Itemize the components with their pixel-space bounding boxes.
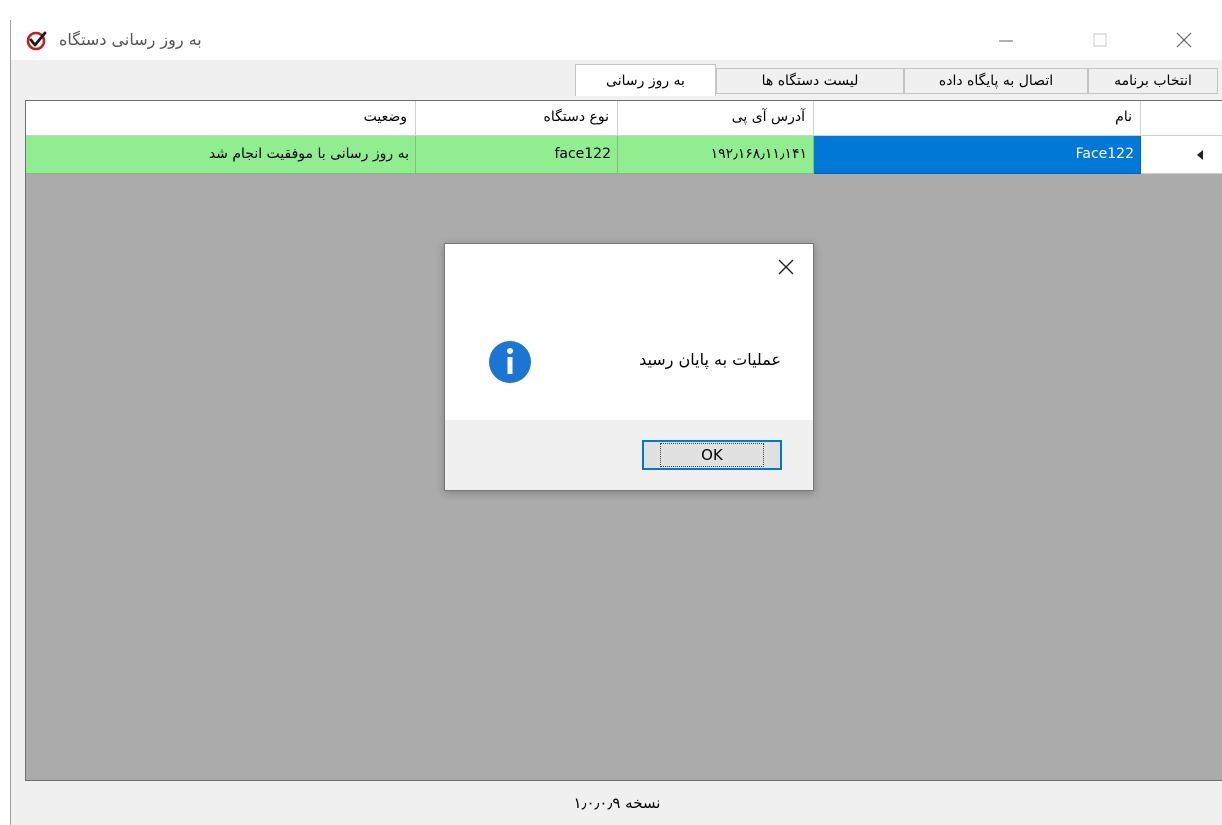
column-header-name[interactable]: نام — [814, 101, 1141, 136]
dialog-message: عملیات به پایان رسید — [639, 350, 781, 369]
dialog-footer: OK — [445, 420, 813, 490]
window-title: به روز رسانی دستگاه — [59, 30, 202, 49]
minimize-icon — [999, 40, 1013, 42]
maximize-icon — [1093, 33, 1107, 47]
ok-button-label: OK — [660, 443, 764, 467]
column-header-device-type[interactable]: نوع دستگاه — [416, 101, 618, 136]
tab-device-list[interactable]: لیست دستگاه ها — [716, 68, 904, 94]
close-icon — [1176, 32, 1192, 48]
column-header-status[interactable]: وضعیت — [26, 101, 416, 136]
column-header-ip[interactable]: آدرس آی پی — [618, 101, 814, 136]
cell-name[interactable]: Face122 — [814, 136, 1141, 174]
ok-button[interactable]: OK — [642, 440, 782, 470]
close-icon — [778, 259, 794, 275]
version-label: نسخه ۱٫۰٫۰٫۹ — [573, 794, 661, 812]
cell-status[interactable]: به روز رسانی با موفقیت انجام شد — [26, 136, 416, 174]
checkmark-circle-icon — [26, 31, 47, 51]
info-icon — [489, 341, 531, 383]
tab-select-program[interactable]: انتخاب برنامه — [1088, 68, 1218, 94]
current-row-arrow-icon — [1197, 150, 1203, 160]
tab-database-connection[interactable]: اتصال به پایگاه داده — [904, 68, 1088, 94]
dialog-close-button[interactable] — [771, 254, 801, 280]
maximize-button[interactable] — [1077, 20, 1123, 60]
title-bar[interactable]: به روز رسانی دستگاه — [11, 20, 1222, 60]
status-bar: نسخه ۱٫۰٫۰٫۹ — [11, 781, 1222, 825]
tab-update[interactable]: به روز رسانی — [575, 64, 716, 96]
row-header-corner — [1141, 101, 1222, 136]
cell-device-type[interactable]: face122 — [416, 136, 618, 174]
row-header[interactable] — [1141, 136, 1222, 174]
close-window-button[interactable] — [1161, 20, 1207, 60]
tab-strip: به روز رسانی لیست دستگاه ها اتصال به پای… — [11, 62, 1222, 96]
minimize-button[interactable] — [983, 20, 1029, 60]
cell-ip[interactable]: ۱۹۲٫۱۶۸٫۱۱٫۱۴۱ — [618, 136, 814, 174]
message-dialog: عملیات به پایان رسید OK — [444, 243, 814, 491]
